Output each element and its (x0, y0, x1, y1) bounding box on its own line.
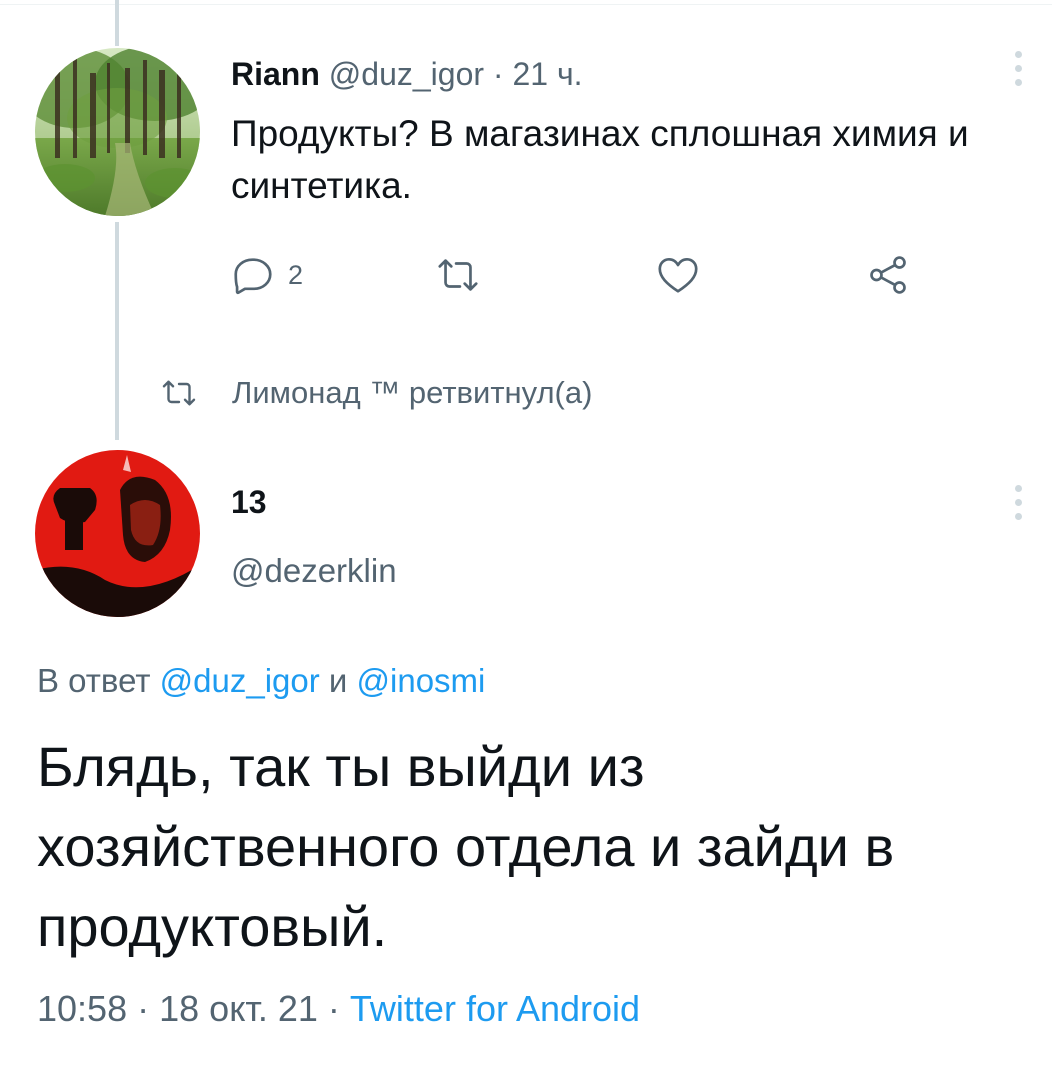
mention-link-duz-igor[interactable]: @duz_igor (160, 662, 320, 699)
reply-conjunction: и (328, 662, 348, 699)
tweet1-header: Riann @duz_igor · 21 ч. (231, 54, 583, 94)
tweet-text: Продукты? В магазинах сплошная химия и с… (231, 113, 969, 206)
heart-icon (658, 257, 698, 293)
retweeted-by-text: Лимонад ™ ретвитнул(а) (232, 375, 593, 410)
display-name[interactable]: Riann (231, 56, 320, 92)
more-vertical-icon[interactable] (1012, 51, 1024, 86)
retweet-button[interactable] (435, 252, 481, 298)
more-vertical-icon[interactable] (1012, 485, 1024, 520)
like-button[interactable] (655, 252, 701, 298)
tweet-text: Блядь, так ты выйди из хозяйственного от… (37, 735, 895, 958)
tweet-action-bar: 2 (230, 252, 920, 298)
comment-bubble-icon (234, 258, 272, 295)
tweet-source-link[interactable]: Twitter for Android (350, 988, 640, 1029)
thread-connector-line (115, 0, 119, 46)
tweet-time[interactable]: 10:58 (37, 988, 127, 1029)
reply-button[interactable]: 2 (230, 252, 303, 298)
forest-avatar-image (35, 48, 200, 216)
avatar[interactable] (35, 48, 200, 216)
mention-link-inosmi[interactable]: @inosmi (357, 662, 486, 699)
tweet-thread-view: Riann @duz_igor · 21 ч. Продукты? В мага… (0, 0, 1052, 1065)
top-divider (0, 4, 1052, 5)
tweet-meta: 10:58 · 18 окт. 21 · Twitter for Android (37, 988, 640, 1030)
retweet-icon (162, 380, 196, 406)
share-button[interactable] (865, 252, 911, 298)
separator-dot: · (327, 988, 340, 1029)
user-handle[interactable]: @dezerklin (231, 552, 397, 590)
replying-to-line: В ответ @duz_igor и @inosmi (37, 662, 485, 700)
retweet-icon (438, 259, 478, 291)
avatar[interactable] (35, 450, 200, 617)
user-handle[interactable]: @duz_igor (329, 56, 484, 92)
tweet-timestamp[interactable]: 21 ч. (512, 56, 582, 92)
separator-dot: · (137, 988, 150, 1029)
separator-dot: · (492, 56, 504, 92)
tweet-date[interactable]: 18 окт. 21 (159, 988, 318, 1029)
thread-connector-line (115, 222, 119, 440)
reply-count: 2 (288, 259, 304, 290)
red-poster-avatar-image (35, 450, 200, 617)
share-icon (870, 256, 906, 294)
display-name[interactable]: 13 (231, 484, 267, 521)
reply-prefix: В ответ (37, 662, 151, 699)
retweeted-by-notice[interactable]: Лимонад ™ ретвитнул(а) (160, 375, 592, 411)
